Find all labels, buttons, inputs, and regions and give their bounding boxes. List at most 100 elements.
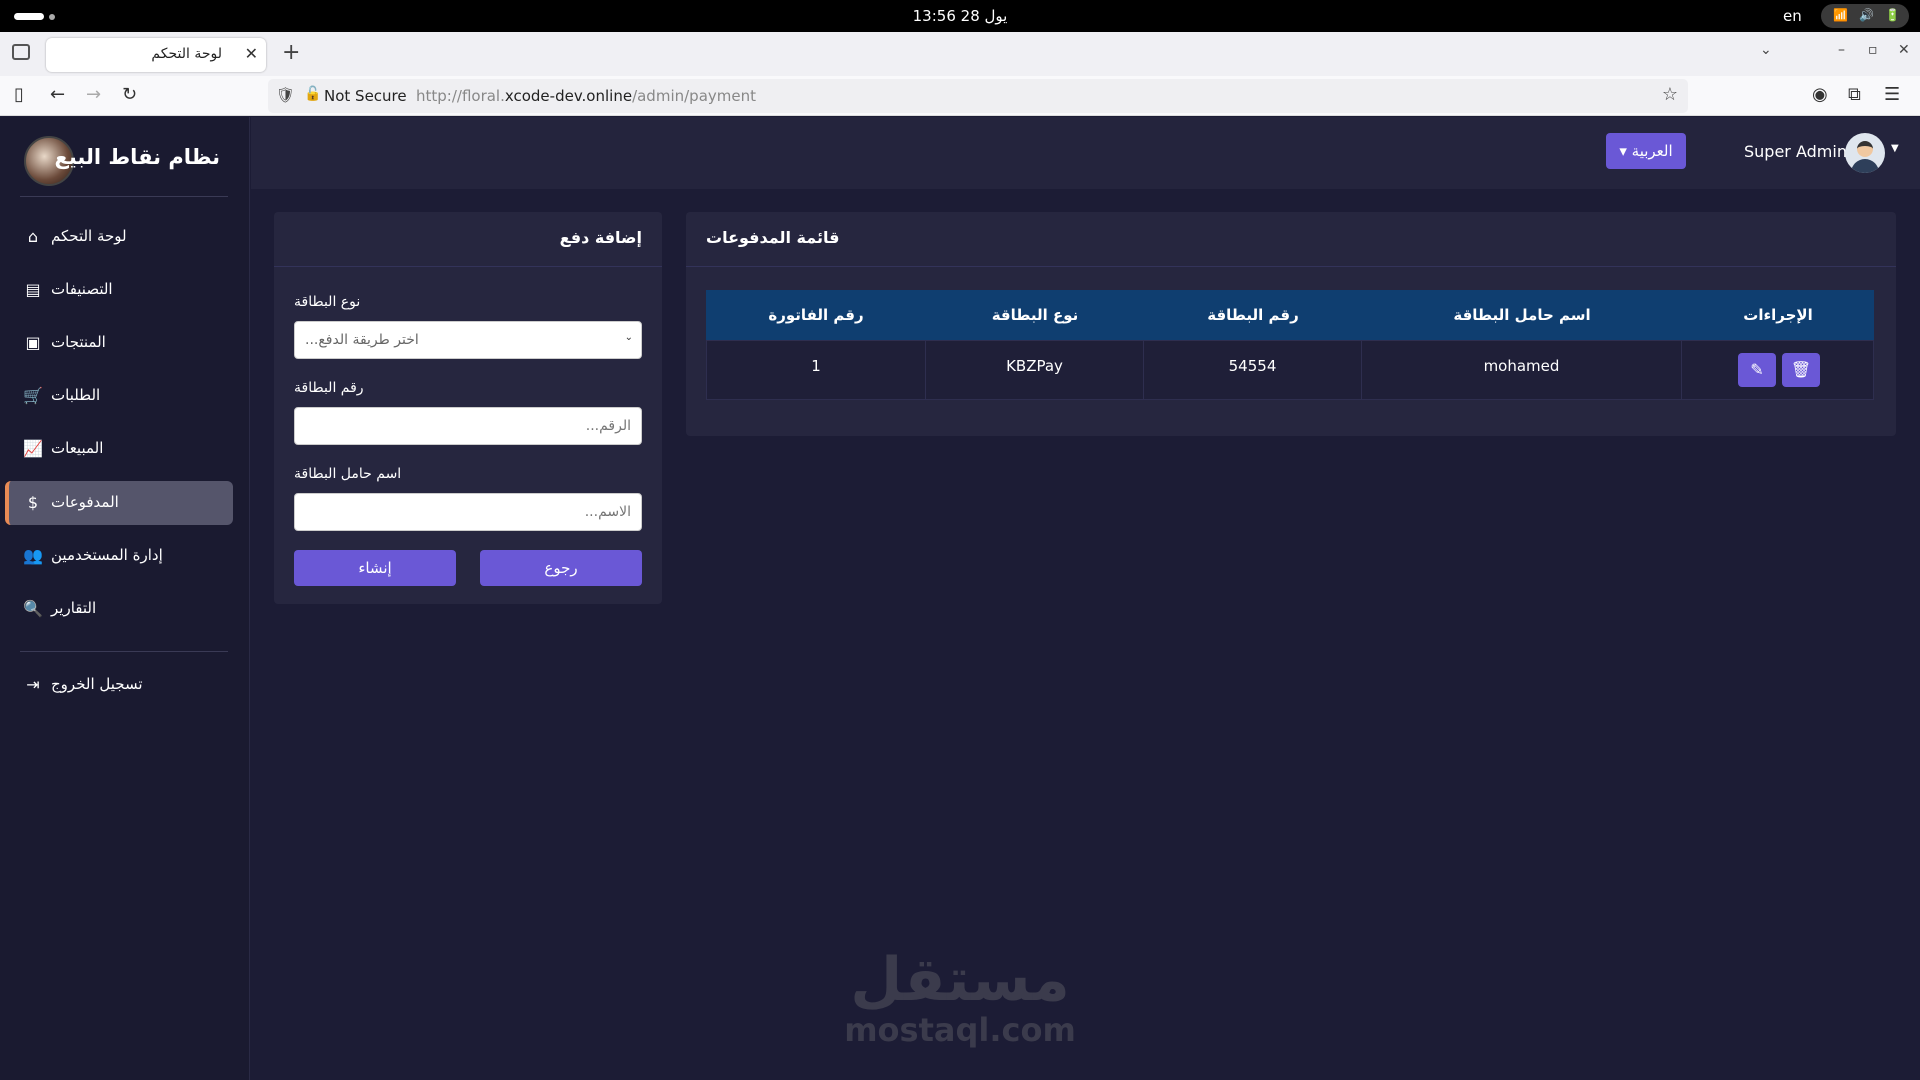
sidebar-toggle-icon[interactable]: ▯	[14, 84, 24, 105]
form-title: إضافة دفع	[559, 228, 642, 247]
sidebar-item-label: المبيعات	[51, 439, 104, 457]
user-name[interactable]: Super Admin	[1744, 142, 1847, 161]
window-close-icon[interactable]: ✕	[1898, 42, 1910, 58]
cart-icon: 🛒	[23, 386, 43, 405]
browser-nav-bar: ▯ ← → ↻ 🛡 🔓 Not Secure http://floral.xco…	[0, 76, 1920, 116]
chart-line-icon: 📈	[23, 439, 43, 458]
os-clock[interactable]: يول 28 13:56	[0, 0, 1920, 32]
holder-cell: mohamed	[1362, 341, 1682, 399]
menu-icon[interactable]: ☰	[1884, 84, 1900, 105]
holder-name-label: اسم حامل البطاقة	[294, 466, 402, 482]
column-header: الإجراءات	[1743, 306, 1813, 324]
logout-icon: ⇥	[26, 675, 40, 694]
browser-tab-active[interactable]: لوحة التحكم ✕	[46, 38, 266, 72]
tab-overview-icon[interactable]	[12, 44, 30, 60]
divider	[20, 651, 228, 652]
card-number-input[interactable]	[294, 407, 642, 445]
system-tray[interactable]: 📶 🔊 🔋	[1821, 4, 1909, 28]
column-header: نوع البطاقة	[991, 306, 1079, 324]
users-icon: 👥	[23, 546, 43, 565]
table-header-row: الإجراءات اسم حامل البطاقة رقم البطاقة ن…	[706, 290, 1874, 340]
tab-close-icon[interactable]: ✕	[245, 44, 258, 63]
holder-name-input[interactable]	[294, 493, 642, 531]
table-icon: ▤	[25, 280, 41, 299]
tab-title: لوحة التحكم	[151, 46, 222, 62]
sidebar-item-label: إدارة المستخدمين	[51, 546, 163, 564]
shield-icon[interactable]: 🛡	[276, 86, 295, 104]
home-icon: ⌂	[27, 227, 39, 246]
sidebar-item-dashboard[interactable]: ⌂ لوحة التحكم	[5, 215, 233, 259]
sidebar-item-label: لوحة التحكم	[51, 227, 127, 245]
card-type-cell: KBZPay	[926, 341, 1144, 399]
watermark-english: mostaql.com	[844, 1011, 1076, 1049]
wifi-icon: 📶	[1833, 8, 1848, 22]
select-placeholder: اختر طريقة الدفع...	[305, 332, 419, 348]
invoice-cell: 1	[707, 341, 926, 399]
card-header: إضافة دفع	[274, 212, 662, 267]
tab-list-chevron-icon[interactable]: ⌄	[1760, 42, 1772, 58]
back-icon[interactable]: ←	[50, 84, 65, 105]
brand[interactable]: نظام نقاط البيع	[0, 117, 250, 197]
search-icon: 🔍	[23, 599, 43, 618]
dollar-icon: $	[27, 493, 39, 512]
sidebar-item-label: التقارير	[51, 599, 97, 617]
table-row: ✎ 🗑 mohamed 54554 KBZPay 1	[706, 340, 1874, 400]
card-type-label: نوع البطاقة	[294, 294, 361, 310]
card-number-label: رقم البطاقة	[294, 380, 364, 396]
app-topbar: العربية ▾ Super Admin ▼	[251, 117, 1920, 189]
url-bar[interactable]: 🛡 🔓 Not Secure http://floral.xcode-dev.o…	[268, 79, 1688, 113]
security-label[interactable]: Not Secure	[324, 87, 407, 105]
keyboard-language[interactable]: en	[1783, 0, 1802, 32]
new-tab-icon[interactable]: +	[282, 40, 300, 65]
sidebar-item-products[interactable]: ▣ المنتجات	[5, 321, 233, 365]
trash-icon[interactable]: 🗑	[1782, 353, 1820, 387]
insecure-lock-icon[interactable]: 🔓	[304, 86, 321, 102]
language-dropdown-button[interactable]: العربية ▾	[1606, 133, 1686, 169]
add-payment-card: إضافة دفع نوع البطاقة اختر طريقة الدفع..…	[274, 212, 662, 604]
card-type-select[interactable]: اختر طريقة الدفع... ⌄	[294, 321, 642, 359]
edit-icon[interactable]: ✎	[1738, 353, 1776, 387]
logout-button[interactable]: ⇥ تسجيل الخروج	[5, 663, 233, 707]
chevron-down-icon: ⌄	[624, 332, 633, 343]
column-header: اسم حامل البطاقة	[1453, 306, 1591, 324]
sidebar-item-sales[interactable]: 📈 المبيعات	[5, 427, 233, 471]
avatar[interactable]	[1845, 133, 1885, 173]
volume-icon: 🔊	[1859, 8, 1874, 22]
watermark-arabic: مستقل	[850, 945, 1070, 1015]
sidebar-item-users[interactable]: 👥 إدارة المستخدمين	[5, 534, 233, 578]
divider	[20, 196, 228, 197]
actions-cell: ✎ 🗑	[1682, 341, 1874, 399]
bookmark-star-icon[interactable]: ☆	[1662, 84, 1678, 105]
card-number-cell: 54554	[1144, 341, 1362, 399]
list-title: قائمة المدفوعات	[706, 228, 840, 247]
sidebar-item-label: الطلبات	[51, 386, 101, 404]
app-sidebar: نظام نقاط البيع ⌂ لوحة التحكم ▤ التصنيفا…	[0, 117, 250, 1080]
restore-icon[interactable]: ▫	[1868, 42, 1878, 58]
minimize-icon[interactable]: –	[1838, 42, 1845, 58]
payments-list-card: قائمة المدفوعات الإجراءات اسم حامل البطا…	[686, 212, 1896, 436]
sidebar-item-label: التصنيفات	[51, 280, 113, 298]
sidebar-item-label: المنتجات	[51, 333, 106, 351]
sidebar-item-categories[interactable]: ▤ التصنيفات	[5, 268, 233, 312]
sidebar-item-orders[interactable]: 🛒 الطلبات	[5, 374, 233, 418]
url-text[interactable]: http://floral.xcode-dev.online/admin/pay…	[416, 87, 756, 105]
column-header: رقم الفاتورة	[768, 306, 864, 324]
sidebar-item-reports[interactable]: 🔍 التقارير	[5, 587, 233, 631]
sidebar-item-payments[interactable]: $ المدفوعات	[5, 481, 233, 525]
reload-icon[interactable]: ↻	[122, 84, 137, 105]
account-icon[interactable]: ◉	[1812, 84, 1828, 105]
forward-icon[interactable]: →	[86, 84, 101, 105]
box-icon: ▣	[25, 333, 41, 352]
logout-label: تسجيل الخروج	[51, 675, 143, 693]
watermark: مستقل mostaql.com	[820, 948, 1100, 1048]
extensions-icon[interactable]: ⧉	[1848, 84, 1861, 105]
battery-icon: 🔋	[1885, 8, 1900, 22]
os-top-bar: يول 28 13:56 en 📶 🔊 🔋	[0, 0, 1920, 32]
browser-tab-bar: لوحة التحكم ✕ + ⌄ – ▫ ✕	[0, 32, 1920, 76]
card-header: قائمة المدفوعات	[686, 212, 1896, 267]
caret-down-icon[interactable]: ▼	[1891, 143, 1899, 154]
column-header: رقم البطاقة	[1207, 306, 1299, 324]
brand-title: نظام نقاط البيع	[54, 145, 220, 169]
create-button[interactable]: إنشاء	[294, 550, 456, 586]
back-button[interactable]: رجوع	[480, 550, 642, 586]
